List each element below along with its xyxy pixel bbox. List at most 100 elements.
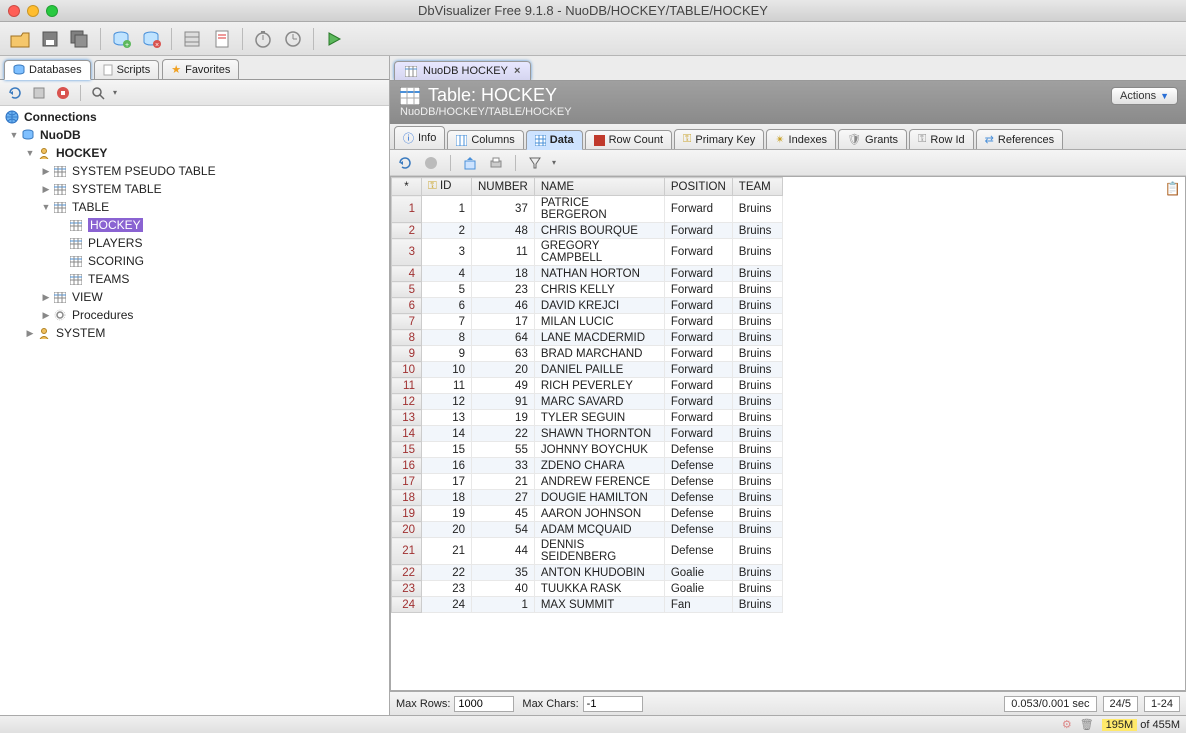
cell-position[interactable]: Forward [664, 330, 732, 346]
cell-position[interactable]: Defense [664, 522, 732, 538]
close-icon[interactable]: × [514, 65, 520, 77]
cell-name[interactable]: AARON JOHNSON [534, 506, 664, 522]
cell-position[interactable]: Forward [664, 362, 732, 378]
table-row[interactable]: 1137PATRICE BERGERONForwardBruins [392, 196, 783, 223]
table-row[interactable]: 202054ADAM MCQUAIDDefenseBruins [392, 522, 783, 538]
clipboard-icon[interactable]: 📋 [1165, 181, 1181, 197]
cell-position[interactable]: Forward [664, 282, 732, 298]
stop-icon[interactable] [422, 154, 440, 172]
close-icon[interactable] [8, 5, 20, 17]
table-row[interactable]: 8864LANE MACDERMIDForwardBruins [392, 330, 783, 346]
table-row[interactable]: 2248CHRIS BOURQUEForwardBruins [392, 223, 783, 239]
cell-id[interactable]: 6 [422, 298, 472, 314]
cell-number[interactable]: 35 [472, 565, 535, 581]
cell-team[interactable]: Bruins [732, 346, 782, 362]
cell-team[interactable]: Bruins [732, 581, 782, 597]
cell-position[interactable]: Goalie [664, 565, 732, 581]
actions-button[interactable]: Actions ▼ [1111, 87, 1178, 105]
cell-number[interactable]: 11 [472, 239, 535, 266]
table-row[interactable]: 111149RICH PEVERLEYForwardBruins [392, 378, 783, 394]
tree-hockey-schema[interactable]: ▼ HOCKEY [4, 144, 385, 162]
tree-sys-table[interactable]: ▶ SYSTEM TABLE [4, 180, 385, 198]
cell-name[interactable]: DAVID KREJCI [534, 298, 664, 314]
table-row[interactable]: 212144DENNIS SEIDENBERGDefenseBruins [392, 538, 783, 565]
cell-position[interactable]: Defense [664, 490, 732, 506]
collapse-icon[interactable] [30, 84, 48, 102]
cell-name[interactable]: SHAWN THORNTON [534, 426, 664, 442]
cell-number[interactable]: 33 [472, 458, 535, 474]
cell-team[interactable]: Bruins [732, 442, 782, 458]
cell-name[interactable]: MAX SUMMIT [534, 597, 664, 613]
tree-sys-pseudo[interactable]: ▶ SYSTEM PSEUDO TABLE [4, 162, 385, 180]
cell-id[interactable]: 23 [422, 581, 472, 597]
cell-position[interactable]: Defense [664, 538, 732, 565]
cell-team[interactable]: Bruins [732, 394, 782, 410]
cell-number[interactable]: 63 [472, 346, 535, 362]
export-icon[interactable] [461, 154, 479, 172]
cell-team[interactable]: Bruins [732, 410, 782, 426]
chevron-down-icon[interactable]: ▼ [8, 130, 20, 140]
cell-name[interactable]: MARC SAVARD [534, 394, 664, 410]
cell-id[interactable]: 1 [422, 196, 472, 223]
cell-id[interactable]: 22 [422, 565, 472, 581]
cell-number[interactable]: 18 [472, 266, 535, 282]
table-row[interactable]: 5523CHRIS KELLYForwardBruins [392, 282, 783, 298]
cell-name[interactable]: GREGORY CAMPBELL [534, 239, 664, 266]
open-icon[interactable] [8, 27, 32, 51]
cell-number[interactable]: 17 [472, 314, 535, 330]
cell-name[interactable]: CHRIS KELLY [534, 282, 664, 298]
cell-team[interactable]: Bruins [732, 565, 782, 581]
cell-position[interactable]: Forward [664, 266, 732, 282]
table-row[interactable]: 191945AARON JOHNSONDefenseBruins [392, 506, 783, 522]
cell-team[interactable]: Bruins [732, 314, 782, 330]
cell-team[interactable]: Bruins [732, 239, 782, 266]
cell-number[interactable]: 55 [472, 442, 535, 458]
cell-position[interactable]: Forward [664, 196, 732, 223]
cell-team[interactable]: Bruins [732, 330, 782, 346]
cell-team[interactable]: Bruins [732, 298, 782, 314]
cell-name[interactable]: CHRIS BOURQUE [534, 223, 664, 239]
trash-icon[interactable]: 🗑 [1080, 718, 1094, 731]
maxrows-input[interactable] [454, 696, 514, 712]
cell-number[interactable]: 46 [472, 298, 535, 314]
cell-team[interactable]: Bruins [732, 266, 782, 282]
cell-name[interactable]: ANDREW FERENCE [534, 474, 664, 490]
cell-position[interactable]: Forward [664, 426, 732, 442]
table-row[interactable]: 24241MAX SUMMITFanBruins [392, 597, 783, 613]
maxchars-input[interactable] [583, 696, 643, 712]
chevron-right-icon[interactable]: ▶ [24, 328, 36, 339]
cell-id[interactable]: 13 [422, 410, 472, 426]
tree-table-folder[interactable]: ▼ TABLE [4, 198, 385, 216]
cell-number[interactable]: 23 [472, 282, 535, 298]
stopwatch-icon[interactable] [251, 27, 275, 51]
col-team[interactable]: TEAM [732, 178, 782, 196]
cell-position[interactable]: Forward [664, 410, 732, 426]
cell-id[interactable]: 18 [422, 490, 472, 506]
table-row[interactable]: 222235ANTON KHUDOBINGoalieBruins [392, 565, 783, 581]
cell-id[interactable]: 14 [422, 426, 472, 442]
cell-number[interactable]: 20 [472, 362, 535, 378]
cell-number[interactable]: 27 [472, 490, 535, 506]
cell-position[interactable]: Forward [664, 394, 732, 410]
cell-id[interactable]: 21 [422, 538, 472, 565]
tab-scripts[interactable]: Scripts [94, 60, 160, 79]
cell-number[interactable]: 54 [472, 522, 535, 538]
table-row[interactable]: 232340TUUKKA RASKGoalieBruins [392, 581, 783, 597]
tree-view[interactable]: ▶ VIEW [4, 288, 385, 306]
cell-name[interactable]: DENNIS SEIDENBERG [534, 538, 664, 565]
cell-name[interactable]: BRAD MARCHAND [534, 346, 664, 362]
table-row[interactable]: 4418NATHAN HORTONForwardBruins [392, 266, 783, 282]
cell-position[interactable]: Forward [664, 378, 732, 394]
cell-number[interactable]: 49 [472, 378, 535, 394]
gear-icon[interactable]: ⚙ [1062, 718, 1072, 731]
tree-nuodb[interactable]: ▼ NuoDB [4, 126, 385, 144]
save-all-icon[interactable] [68, 27, 92, 51]
cell-name[interactable]: MILAN LUCIC [534, 314, 664, 330]
cell-name[interactable]: DANIEL PAILLE [534, 362, 664, 378]
cell-number[interactable]: 19 [472, 410, 535, 426]
disconnect-icon[interactable]: × [139, 27, 163, 51]
tree-scoring[interactable]: SCORING [4, 252, 385, 270]
cell-team[interactable]: Bruins [732, 196, 782, 223]
cell-id[interactable]: 9 [422, 346, 472, 362]
cell-position[interactable]: Defense [664, 506, 732, 522]
